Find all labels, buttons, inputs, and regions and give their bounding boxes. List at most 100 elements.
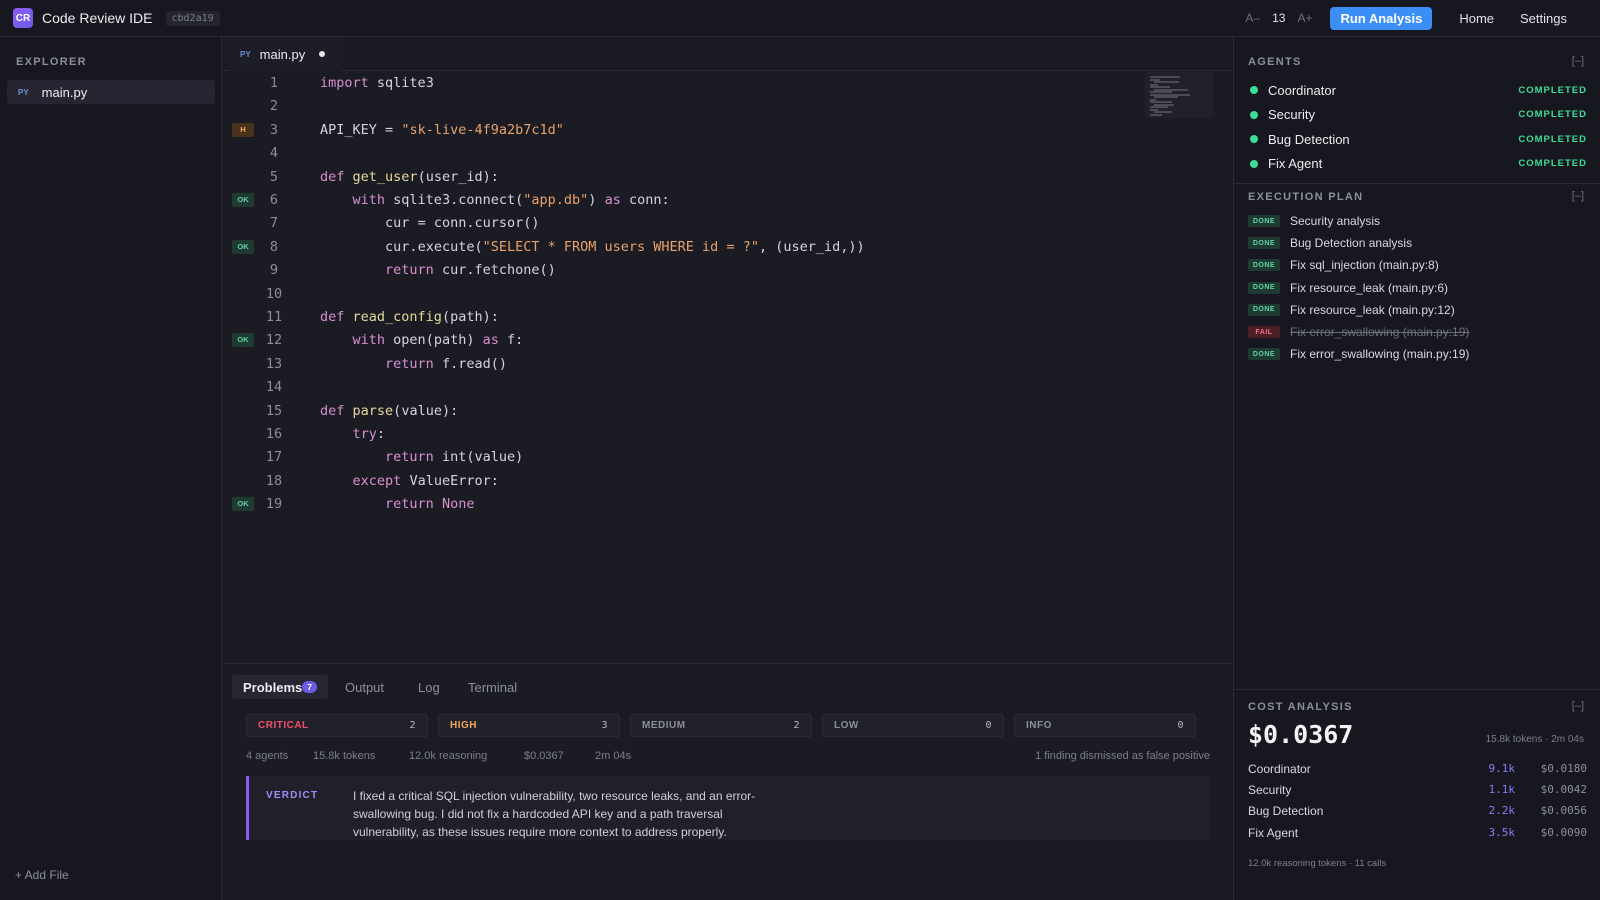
plan-item[interactable]: DONE Bug Detection analysis: [1248, 235, 1412, 251]
commit-hash: cbd2a19: [165, 10, 220, 26]
code-text: return int(value): [385, 449, 524, 466]
code-line[interactable]: 18 except ValueError:: [223, 470, 1232, 492]
code-line[interactable]: 10: [223, 283, 1232, 305]
tab-terminal[interactable]: Terminal: [468, 675, 517, 699]
cost-agent-name: Security: [1248, 783, 1292, 798]
cost-tokens: 2.2k: [1488, 804, 1516, 818]
tab-problems-label: Problems: [243, 679, 303, 695]
tab-log[interactable]: Log: [418, 675, 440, 699]
problems-count-badge: 7: [302, 681, 317, 693]
plan-collapse-button[interactable]: [–]: [1572, 190, 1584, 202]
agents-collapse-button[interactable]: [–]: [1572, 55, 1584, 67]
tab-problems[interactable]: Problems 7: [232, 675, 328, 699]
run-analysis-button[interactable]: Run Analysis: [1330, 6, 1433, 30]
plan-item[interactable]: DONE Fix error_swallowing (main.py:19): [1248, 346, 1469, 362]
plan-item[interactable]: DONE Fix sql_injection (main.py:8): [1248, 257, 1439, 273]
plan-label: Security analysis: [1290, 214, 1381, 228]
code-line[interactable]: 15 def parse(value):: [223, 400, 1232, 422]
code-line[interactable]: 17 return int(value): [223, 446, 1232, 468]
minimap-line: [1154, 96, 1178, 98]
code-line[interactable]: 1 import sqlite3: [223, 72, 1232, 94]
minimap-line: [1150, 113, 1162, 116]
verdict-text: I fixed a critical SQL injection vulnera…: [353, 789, 756, 839]
code-line[interactable]: 13 return f.read(): [223, 353, 1232, 375]
code-line[interactable]: 4: [223, 142, 1232, 164]
code-line[interactable]: OK 6 with sqlite3.connect("app.db") as co…: [223, 189, 1232, 211]
agent-name: Fix Agent: [1268, 156, 1323, 171]
file-item-main-py[interactable]: PY main.py: [7, 80, 215, 104]
font-decrease-button[interactable]: A–: [1245, 11, 1260, 25]
severity-count: 0: [1177, 720, 1184, 731]
code-editor[interactable]: 1 import sqlite3 2 H 3 API_KEY = "sk-live-4f9…: [223, 72, 1232, 662]
line-number: 8: [269, 238, 279, 255]
plan-status-badge: FAIL: [1248, 326, 1280, 338]
cost-amount: $0.0180: [1540, 762, 1587, 775]
plan-item[interactable]: DONE Security analysis: [1248, 213, 1380, 229]
code-line[interactable]: OK 12 with open(path) as f:: [223, 329, 1232, 351]
severity-count: 2: [409, 720, 416, 731]
unsaved-dot-icon: [319, 51, 326, 57]
cost-amount: $0.0056: [1540, 804, 1587, 818]
severity-filter-high[interactable]: HIGH 3: [438, 714, 620, 737]
minimap[interactable]: [1145, 72, 1213, 118]
fixed-marker-icon[interactable]: OK: [232, 193, 254, 207]
agent-row[interactable]: Fix Agent COMPLETED: [1250, 154, 1587, 174]
line-number: 2: [269, 98, 279, 115]
code-line[interactable]: 16 try:: [223, 423, 1232, 445]
cost-collapse-button[interactable]: [–]: [1572, 700, 1584, 712]
code-text: try:: [352, 426, 386, 442]
code-line[interactable]: 7 cur = conn.cursor(): [223, 212, 1232, 234]
code-line[interactable]: 9 return cur.fetchone(): [223, 259, 1232, 281]
verdict-box: VERDICT I fixed a critical SQL injection…: [246, 776, 1210, 840]
line-number: 17: [265, 449, 283, 466]
bottom-panel: Problems 7 Output Log Terminal CRITICAL 2…: [223, 663, 1232, 900]
app-title: Code Review IDE: [42, 10, 153, 26]
severity-filter-critical[interactable]: CRITICAL 2: [246, 714, 428, 737]
nav-home-link[interactable]: Home: [1459, 11, 1494, 26]
fixed-marker-icon[interactable]: OK: [232, 239, 254, 254]
verdict-label: VERDICT: [266, 790, 319, 801]
stat-tokens: 15.8k tokens: [313, 750, 376, 762]
agent-row[interactable]: Bug Detection COMPLETED: [1250, 129, 1587, 149]
code-line[interactable]: 2: [223, 95, 1232, 117]
severity-filter-info[interactable]: INFO 0: [1014, 714, 1196, 737]
line-number: 15: [265, 402, 283, 419]
agent-row[interactable]: Coordinator COMPLETED: [1250, 80, 1587, 100]
code-line[interactable]: H 3 API_KEY = "sk-live-4f9a2b7c1d": [223, 119, 1232, 141]
code-text: return None: [385, 496, 475, 513]
app-logo: CR: [13, 8, 33, 28]
plan-item[interactable]: DONE Fix resource_leak (main.py:6): [1248, 280, 1448, 296]
fixed-marker-icon[interactable]: OK: [232, 333, 254, 348]
editor-tab-main-py[interactable]: PY main.py: [230, 37, 342, 71]
nav-settings-link[interactable]: Settings: [1520, 11, 1567, 26]
tab-output[interactable]: Output: [345, 675, 384, 699]
fixed-marker-icon[interactable]: OK: [232, 497, 254, 512]
file-name: main.py: [41, 84, 88, 100]
severity-filter-medium[interactable]: MEDIUM 2: [630, 714, 812, 737]
status-dot-icon: [1250, 159, 1258, 168]
code-text: with open(path) as f:: [352, 332, 524, 349]
explorer-sidebar: EXPLORER PY main.py + Add File: [0, 37, 222, 900]
status-dot-icon: [1250, 110, 1258, 119]
code-line[interactable]: OK 8 cur.execute("SELECT * FROM users WHE…: [223, 236, 1232, 258]
code-text: cur = conn.cursor(): [385, 215, 540, 232]
agent-row[interactable]: Security COMPLETED: [1250, 105, 1587, 125]
add-file-button[interactable]: + Add File: [15, 868, 69, 882]
agent-status: COMPLETED: [1518, 84, 1587, 96]
high-severity-marker-icon[interactable]: H: [232, 122, 254, 137]
python-file-icon: PY: [240, 49, 251, 59]
code-line[interactable]: 5 def get_user(user_id):: [223, 166, 1232, 188]
line-number: 6: [269, 192, 279, 208]
plan-item[interactable]: DONE Fix resource_leak (main.py:12): [1248, 302, 1455, 318]
cost-agent-name: Bug Detection: [1248, 804, 1324, 819]
code-line[interactable]: 14: [223, 376, 1232, 398]
code-line[interactable]: 11 def read_config(path):: [223, 306, 1232, 328]
code-line[interactable]: OK 19 return None: [223, 493, 1232, 515]
severity-filter-low[interactable]: LOW 0: [822, 714, 1004, 737]
font-increase-button[interactable]: A+: [1297, 11, 1312, 25]
plan-item[interactable]: FAIL Fix error_swallowing (main.py:19): [1248, 324, 1493, 340]
plan-status-badge: DONE: [1248, 259, 1280, 272]
cost-amount: $0.0090: [1540, 825, 1587, 839]
severity-label: INFO: [1026, 720, 1052, 731]
plan-status-badge: DONE: [1248, 303, 1280, 316]
